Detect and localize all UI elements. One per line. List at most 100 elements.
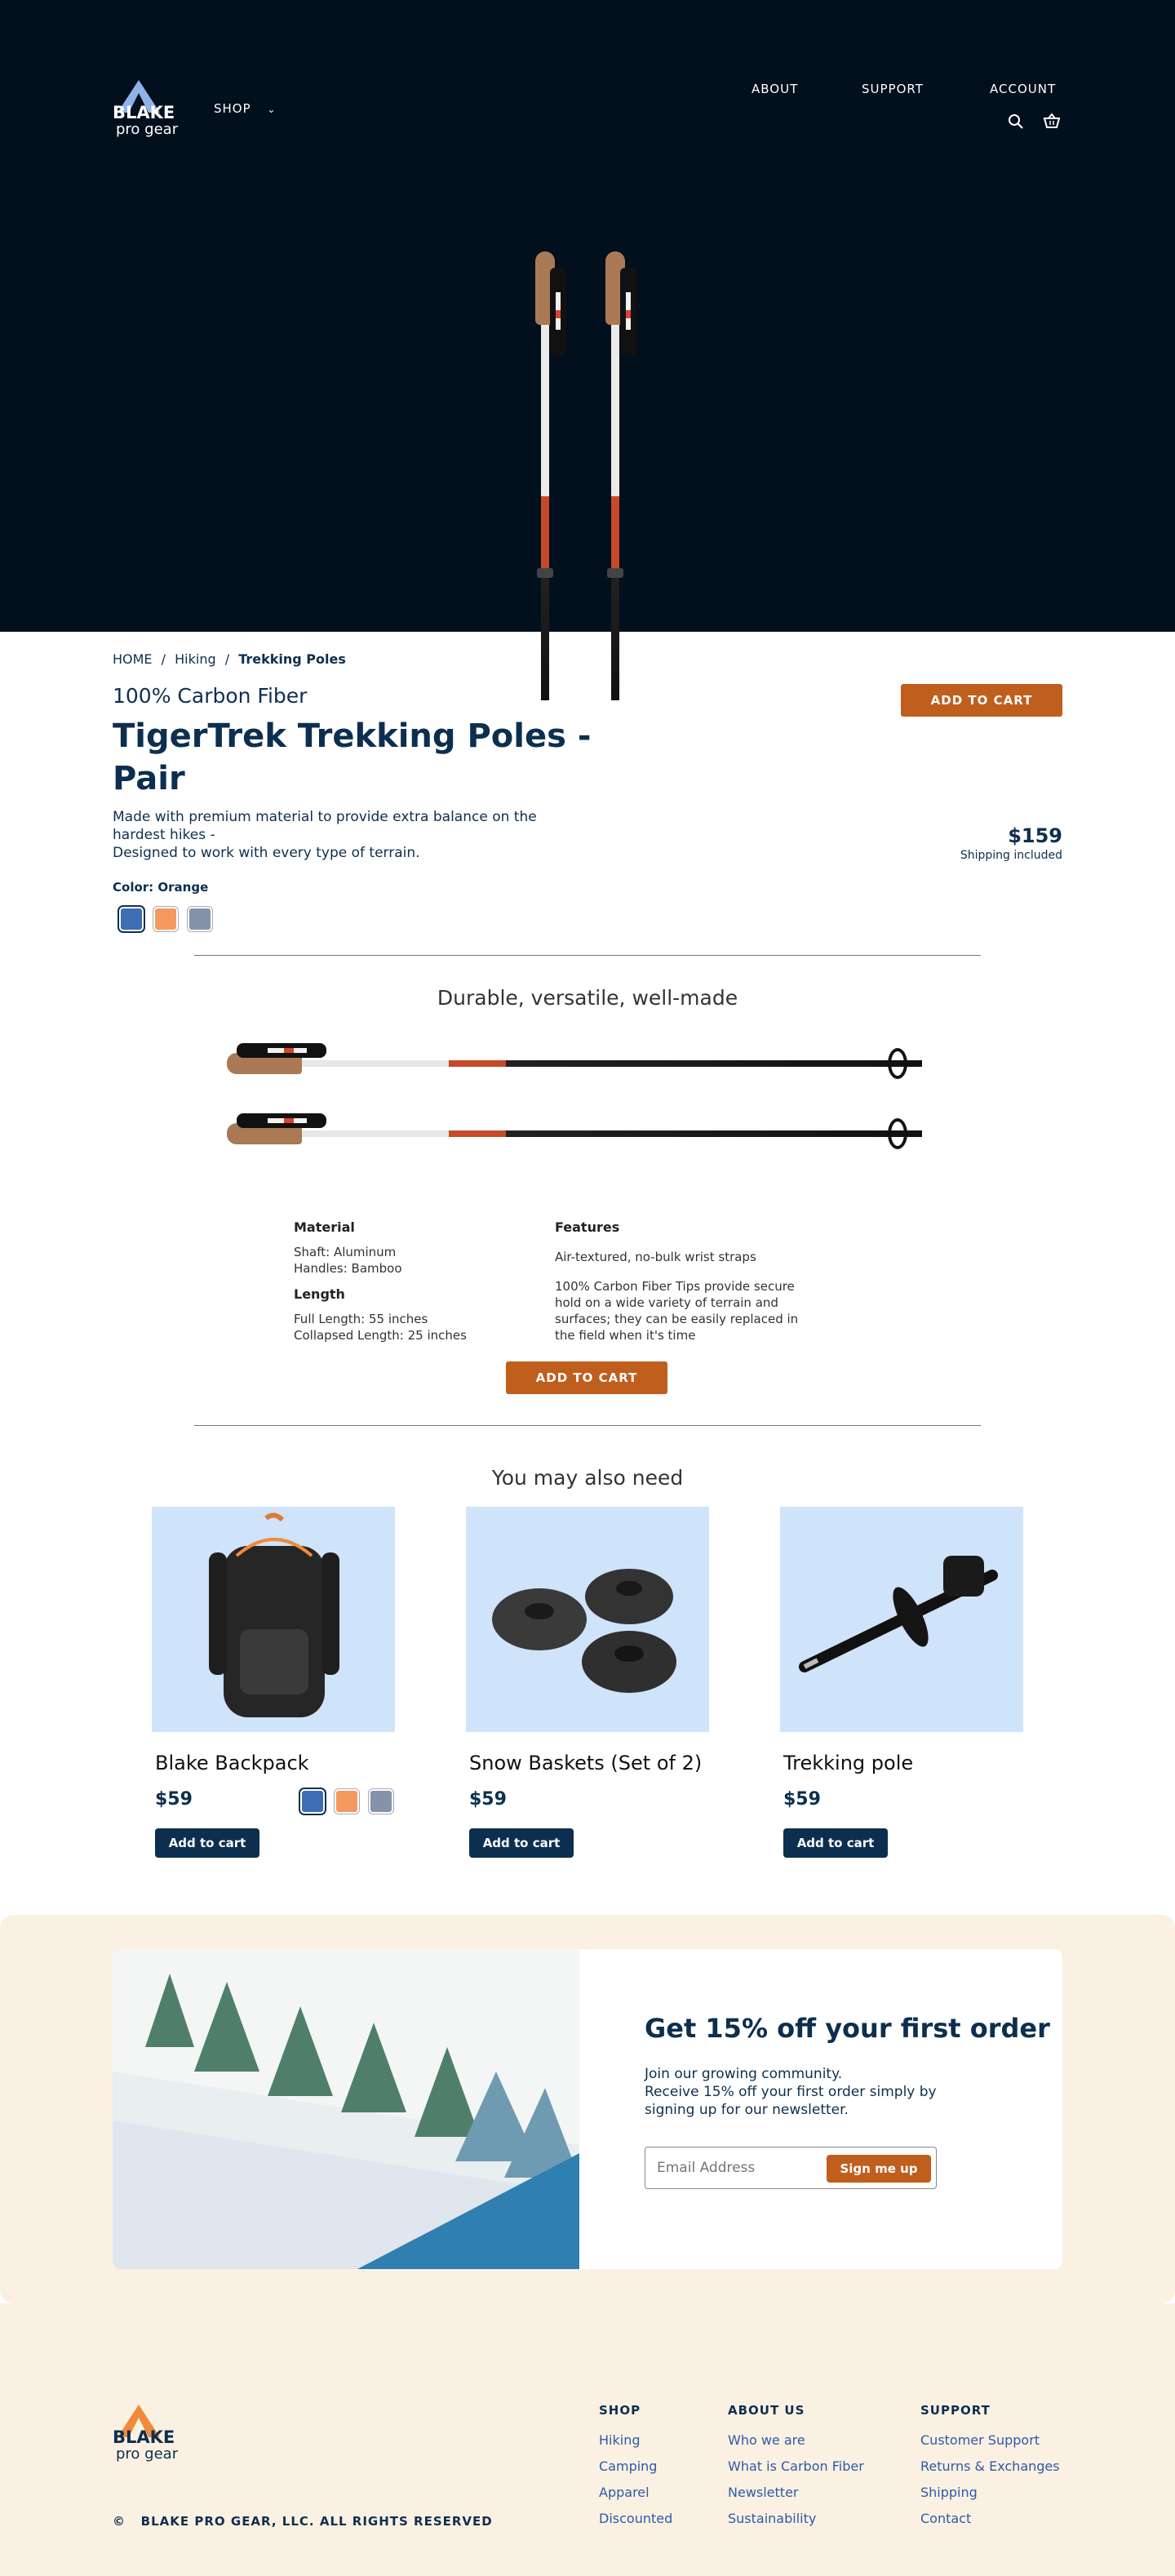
spec-length-text: Full Length: 55 inches Collapsed Length:… — [294, 1311, 467, 1344]
product-description: Made with premium material to provide ex… — [113, 808, 537, 862]
breadcrumb-hiking[interactable]: Hiking — [175, 651, 215, 667]
spec-features-heading: Features — [555, 1219, 620, 1235]
search-icon[interactable] — [1007, 113, 1025, 131]
breadcrumb-home[interactable]: HOME — [113, 651, 153, 667]
product-title: TigerTrek Trekking Poles - Pair — [113, 715, 591, 800]
brand-word-blake: BLAKE — [113, 103, 175, 122]
cart-basket-icon[interactable] — [1043, 112, 1061, 130]
hero-trekking-pole-left — [535, 251, 566, 700]
product-pole-image-1 — [227, 1043, 929, 1079]
add-to-cart-button[interactable]: Add to cart — [469, 1828, 574, 1858]
spec-feature-1: Air-textured, no-bulk wrist straps — [555, 1250, 756, 1264]
shipping-note: Shipping included — [960, 849, 1062, 862]
product-title-line2: Pair — [113, 760, 185, 797]
spec-material-heading: Material — [294, 1219, 355, 1235]
product-description-line: Made with premium material to provide ex… — [113, 809, 537, 825]
spec-feature-2: 100% Carbon Fiber Tips provide secure ho… — [555, 1278, 798, 1344]
watercolor-forest-image — [113, 1949, 579, 2269]
product-price: $159 — [1008, 824, 1062, 847]
color-swatch-gray[interactable] — [188, 907, 212, 931]
spec-line: the field when it's time — [555, 1328, 696, 1343]
related-item-price: $59 — [469, 1789, 507, 1810]
color-swatch-blue[interactable] — [119, 907, 144, 931]
spec-line: surfaces; they can be easily replaced in — [555, 1312, 799, 1326]
footer-link-carbon-fiber[interactable]: What is Carbon Fiber — [728, 2458, 864, 2474]
newsletter-text: Join our growing community. Receive 15% … — [645, 2065, 937, 2119]
spec-line: Full Length: 55 inches — [294, 1312, 428, 1326]
footer-link-shipping[interactable]: Shipping — [920, 2485, 978, 2500]
email-input[interactable] — [657, 2159, 820, 2177]
add-to-cart-button-details[interactable]: ADD TO CART — [506, 1361, 667, 1394]
hero-banner: BLAKE pro gear SHOP ⌄ ABOUT SUPPORT ACCO… — [0, 0, 1175, 700]
add-to-cart-button[interactable]: Add to cart — [155, 1828, 259, 1858]
breadcrumb: HOME / Hiking / Trekking Poles — [113, 651, 346, 667]
spec-line: Shaft: Aluminum — [294, 1245, 397, 1259]
details-heading: Durable, versatile, well-made — [437, 986, 738, 1010]
footer-brand-logo[interactable]: BLAKE pro gear — [113, 2405, 186, 2463]
product-pole-image-2 — [227, 1113, 929, 1149]
footer-support-heading: SUPPORT — [920, 2403, 991, 2418]
copyright: © BLAKE PRO GEAR, LLC. ALL RIGHTS RESERV… — [113, 2514, 493, 2529]
related-heading: You may also need — [491, 1466, 684, 1490]
brand-word-progear: pro gear — [116, 121, 179, 138]
newsletter-card: Get 15% off your first order Join our gr… — [113, 1949, 1062, 2269]
related-item-price: $59 — [155, 1789, 193, 1810]
footer-shop-heading: SHOP — [599, 2403, 641, 2418]
spec-line: hold on a wide variety of terrain and — [555, 1295, 778, 1310]
footer-link-newsletter[interactable]: Newsletter — [728, 2485, 799, 2500]
footer-link-discounted[interactable]: Discounted — [599, 2511, 672, 2526]
email-signup-form: Sign me up — [645, 2147, 937, 2189]
chevron-down-icon: ⌄ — [267, 104, 277, 115]
footer-link-hiking[interactable]: Hiking — [599, 2432, 640, 2448]
footer-link-returns[interactable]: Returns & Exchanges — [920, 2458, 1060, 2474]
footer-link-camping[interactable]: Camping — [599, 2458, 657, 2474]
snow-baskets-image[interactable] — [466, 1507, 709, 1732]
spec-length-heading: Length — [294, 1286, 345, 1302]
brand-word-blake: BLAKE — [113, 2427, 175, 2447]
add-to-cart-button-top[interactable]: ADD TO CART — [901, 684, 1062, 717]
footer-link-customer-support[interactable]: Customer Support — [920, 2432, 1040, 2448]
color-swatch-blue[interactable] — [300, 1789, 325, 1814]
footer-link-sustainability[interactable]: Sustainability — [728, 2511, 816, 2526]
nav-shop-label: SHOP — [214, 101, 251, 116]
spec-material-text: Shaft: Aluminum Handles: Bamboo — [294, 1244, 402, 1277]
product-description-line: hardest hikes - — [113, 827, 215, 843]
hero-trekking-pole-right — [605, 251, 636, 700]
footer: BLAKE pro gear © BLAKE PRO GEAR, LLC. AL… — [0, 2303, 1175, 2576]
newsletter-text-line: signing up for our newsletter. — [645, 2102, 849, 2118]
product-description-line: Designed to work with every type of terr… — [113, 845, 420, 861]
add-to-cart-button[interactable]: Add to cart — [783, 1828, 888, 1858]
related-item-price: $59 — [783, 1789, 821, 1810]
nav-about[interactable]: ABOUT — [752, 82, 798, 96]
divider — [194, 955, 981, 956]
related-item-title[interactable]: Trekking pole — [783, 1752, 913, 1774]
brand-logo[interactable]: BLAKE pro gear — [113, 80, 186, 139]
footer-link-who-we-are[interactable]: Who we are — [728, 2432, 805, 2448]
backpack-image[interactable] — [152, 1507, 395, 1732]
related-item-title[interactable]: Snow Baskets (Set of 2) — [469, 1752, 702, 1774]
newsletter-text-line: Receive 15% off your first order simply … — [645, 2084, 937, 2100]
sign-me-up-button[interactable]: Sign me up — [827, 2155, 931, 2183]
newsletter-text-line: Join our growing community. — [645, 2066, 843, 2082]
newsletter-title: Get 15% off your first order — [645, 2013, 1050, 2044]
footer-link-contact[interactable]: Contact — [920, 2511, 971, 2526]
spec-line: 100% Carbon Fiber Tips provide secure — [555, 1279, 795, 1294]
footer-link-apparel[interactable]: Apparel — [599, 2485, 650, 2500]
breadcrumb-separator: / — [224, 651, 230, 667]
nav-support[interactable]: SUPPORT — [862, 82, 924, 96]
spec-line: Handles: Bamboo — [294, 1261, 402, 1276]
color-swatch-orange[interactable] — [153, 907, 178, 931]
color-swatch-gray[interactable] — [369, 1789, 393, 1814]
footer-about-heading: ABOUT US — [728, 2403, 805, 2418]
product-eyebrow: 100% Carbon Fiber — [113, 684, 308, 708]
product-title-line1: TigerTrek Trekking Poles - — [113, 717, 592, 755]
nav-account[interactable]: ACCOUNT — [990, 82, 1056, 96]
nav-shop[interactable]: SHOP ⌄ — [214, 101, 277, 116]
color-label: Color: Orange — [113, 880, 209, 895]
color-swatch-orange[interactable] — [335, 1789, 359, 1814]
related-item-title[interactable]: Blake Backpack — [155, 1752, 309, 1774]
brand-word-progear: pro gear — [116, 2445, 179, 2463]
trekking-pole-image[interactable] — [780, 1507, 1023, 1732]
breadcrumb-separator: / — [161, 651, 166, 667]
breadcrumb-current: Trekking Poles — [238, 651, 346, 667]
